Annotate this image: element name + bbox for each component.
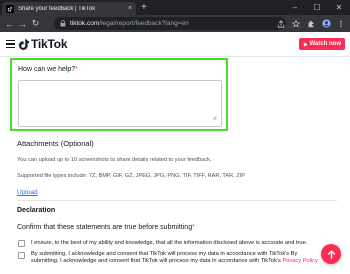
tab-close-icon[interactable]: ×: [128, 5, 132, 12]
browser-tab[interactable]: Share your feedback | TikTok ×: [2, 2, 136, 15]
arrow-up-icon: [327, 249, 335, 259]
lock-icon: [60, 20, 66, 27]
close-window-button[interactable]: ✕: [328, 0, 350, 15]
attachments-file-types: Supported file types include: 7Z, BMP, G…: [17, 173, 245, 179]
tab-title: Share your feedback | TikTok: [18, 5, 96, 12]
share-icon[interactable]: [276, 19, 286, 29]
tiktok-logo[interactable]: TikTok: [18, 37, 68, 51]
watch-now-button[interactable]: Watch now: [298, 38, 345, 50]
required-mark: *: [75, 66, 78, 73]
browser-toolbar: ← → ↻ tiktok.com/legal/report/feedback?l…: [0, 15, 350, 32]
profile-icon[interactable]: [321, 19, 331, 29]
back-button[interactable]: ←: [3, 17, 16, 30]
site-header: TikTok Watch now: [0, 32, 350, 57]
play-icon: [303, 41, 308, 47]
menu-icon[interactable]: [336, 19, 346, 29]
divider: [17, 200, 337, 201]
upload-link[interactable]: Upload: [17, 189, 38, 196]
toolbar-icons: [276, 17, 346, 30]
attachments-title: Attachments (Optional): [17, 139, 94, 148]
confirm-label: Confirm that these statements are true b…: [17, 224, 195, 231]
attachments-description: You can upload up to 10 screenshots to s…: [17, 157, 212, 163]
window-controls: – ☐ ✕: [284, 0, 350, 15]
star-icon[interactable]: [291, 19, 301, 29]
resize-handle-icon[interactable]: [212, 115, 217, 120]
statement-2-text-line-2: submitting, I acknowledge and consent th…: [31, 258, 318, 264]
declaration-title: Declaration: [17, 207, 56, 214]
statement-2-text-line-1: By submitting, I acknowledge and consent…: [31, 251, 298, 257]
tiktok-logo-icon: [18, 38, 29, 50]
help-textarea[interactable]: [18, 80, 222, 127]
logo-text: TikTok: [31, 37, 68, 51]
back-to-top-button[interactable]: [321, 244, 341, 264]
url-text: tiktok.com/legal/report/feedback?lang=en: [70, 20, 189, 27]
required-mark: *: [192, 224, 195, 231]
new-tab-button[interactable]: +: [141, 2, 147, 13]
maximize-button[interactable]: ☐: [306, 0, 328, 15]
forward-button[interactable]: →: [16, 17, 29, 30]
privacy-policy-link[interactable]: Privacy Policy: [282, 258, 317, 264]
address-bar[interactable]: tiktok.com/legal/report/feedback?lang=en: [54, 17, 286, 30]
statement-1-text: I ensure, to the best of my ability and …: [31, 240, 308, 246]
hamburger-menu-icon[interactable]: [6, 40, 15, 48]
extensions-icon[interactable]: [306, 19, 316, 29]
minimize-button[interactable]: –: [284, 0, 306, 15]
browser-tab-bar: Share your feedback | TikTok × + – ☐ ✕: [0, 0, 350, 15]
watch-now-label: Watch now: [309, 41, 341, 47]
help-label: How can we help?*: [18, 66, 78, 73]
statement-2-checkbox[interactable]: [18, 252, 25, 259]
reload-button[interactable]: ↻: [29, 17, 42, 30]
tiktok-favicon-icon: [6, 4, 14, 13]
help-section-highlight: How can we help?*: [10, 58, 228, 131]
statement-1-checkbox[interactable]: [18, 240, 25, 247]
